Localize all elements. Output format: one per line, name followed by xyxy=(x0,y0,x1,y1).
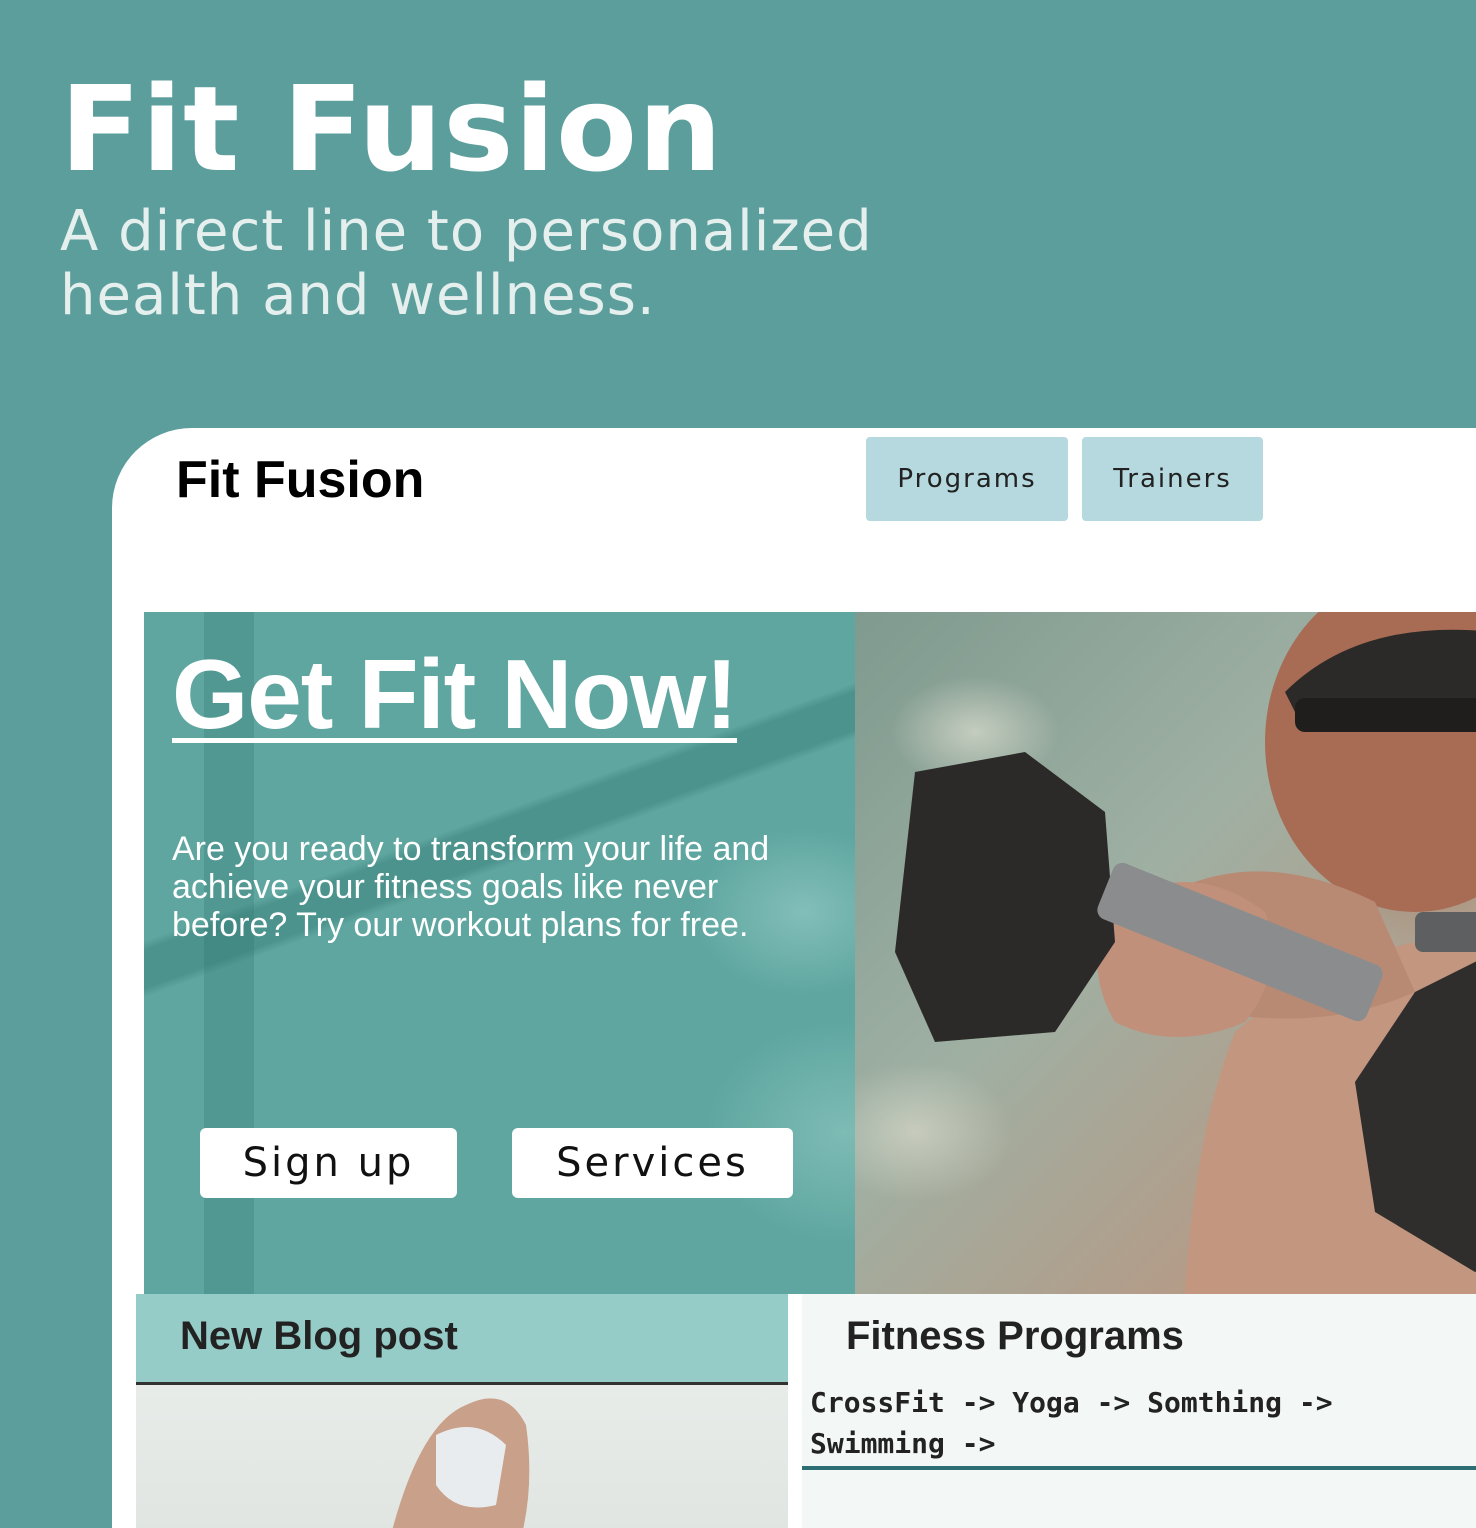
promo-title: Fit Fusion xyxy=(60,60,724,198)
hero-panel: Get Fit Now! Are you ready to transform … xyxy=(144,612,855,1294)
blog-title[interactable]: New Blog post xyxy=(180,1314,458,1359)
nav-trainers-button[interactable]: Trainers xyxy=(1082,437,1263,521)
programs-list: CrossFit -> Yoga -> Somthing -> Swimming… xyxy=(810,1386,1333,1460)
nav-programs-button[interactable]: Programs xyxy=(866,437,1068,521)
divider xyxy=(802,1466,1476,1470)
programs-title[interactable]: Fitness Programs xyxy=(846,1314,1184,1359)
services-button[interactable]: Services xyxy=(512,1128,793,1198)
promo-tagline: A direct line to personalized health and… xyxy=(60,199,873,328)
hero-description: Are you ready to transform your life and… xyxy=(172,830,770,944)
hero-title[interactable]: Get Fit Now! xyxy=(172,638,738,751)
site-logo[interactable]: Fit Fusion xyxy=(176,450,424,510)
dumbbell-athlete-photo xyxy=(895,612,1476,1294)
hero-section: Get Fit Now! Are you ready to transform … xyxy=(144,612,1476,1294)
blog-image[interactable] xyxy=(136,1385,788,1528)
signup-button[interactable]: Sign up xyxy=(200,1128,457,1198)
blog-header: New Blog post xyxy=(136,1294,788,1385)
website-preview: Fit Fusion Programs Trainers Get Fit Now… xyxy=(112,428,1476,1528)
fitness-programs-card: Fitness Programs CrossFit -> Yoga -> Som… xyxy=(802,1294,1476,1528)
blog-card[interactable]: New Blog post xyxy=(136,1294,788,1528)
blog-photo xyxy=(392,1398,530,1528)
hero-photo xyxy=(855,612,1476,1294)
